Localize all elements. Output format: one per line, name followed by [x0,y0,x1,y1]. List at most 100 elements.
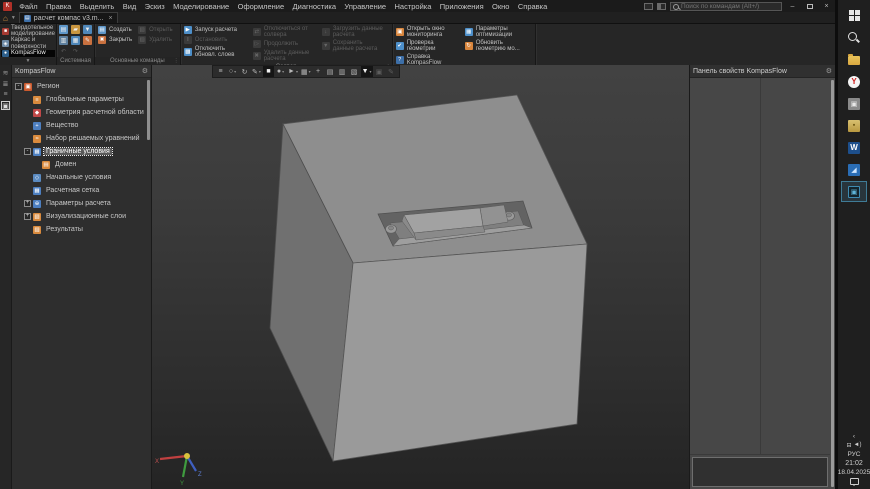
word-icon[interactable]: W [841,137,867,158]
tree-item-набор-решаемых-уравнений[interactable]: ≈Набор решаемых уравнений [12,132,151,145]
обновить-геометрию-мо--button[interactable]: ↻Обновить геометрию мо... [464,39,529,53]
layers-view-icon[interactable]: ≡ [1,90,10,99]
menu-item-Управление[interactable]: Управление [340,2,390,11]
dropdown-caret-icon[interactable]: ▾ [282,69,284,74]
open-folder-icon[interactable]: ▰ [71,25,80,34]
start-button[interactable] [841,5,867,26]
maximize-button[interactable] [803,1,816,11]
layout-toggle-icon[interactable] [644,3,653,10]
volume-icon[interactable]: ◄) [854,442,862,449]
tab-close-icon[interactable]: × [106,15,112,22]
shaded-display-icon[interactable]: ■ [263,66,274,77]
запуск-расчета-button[interactable]: ▶Запуск расчета [183,25,248,35]
tree-expander-icon[interactable]: + [24,200,31,207]
gear-icon[interactable]: ⚙ [142,67,148,75]
copy-image-icon[interactable]: ▤ [325,66,336,77]
menu-item-Файл[interactable]: Файл [15,2,42,11]
dropdown-caret-icon[interactable]: ▾ [296,69,298,74]
panels-toggle-icon[interactable] [657,3,666,10]
devices-app-icon[interactable]: ▣ [841,93,867,114]
menu-item-Эскиз[interactable]: Эскиз [140,2,168,11]
measure-tool-icon[interactable]: ✎▾ [251,66,262,77]
group-launcher-icon[interactable]: ⋮ [174,58,179,64]
fit-all-icon[interactable]: + [313,66,324,77]
report-icon[interactable]: ▧ [349,66,360,77]
file-explorer-icon[interactable] [841,49,867,70]
group-launcher-icon[interactable]: ⋮ [88,58,93,64]
dropdown-caret-icon[interactable]: ▾ [259,69,261,74]
menu-item-Оформление[interactable]: Оформление [233,2,288,11]
right-panel-scrollbar[interactable] [831,80,834,487]
home-dropdown-icon[interactable]: ▼ [11,15,19,23]
viewport[interactable]: X Y Z ≡○▾↻✎▾■●▾►▾▦▾+▤▥▧▼▾▣✎ [152,65,689,489]
paste-image-icon[interactable]: ▥ [337,66,348,77]
отключить-обновл-слоев-button[interactable]: ▩Отключить обновл. слоев [183,45,248,59]
kompas-app-icon[interactable]: ▣ [841,181,867,202]
sheet-icon[interactable]: ▦ [71,36,80,45]
zoom-tool-icon[interactable]: ○▾ [227,66,238,77]
selection-mode-icon[interactable]: ►▾ [287,66,299,77]
tree-expander-icon[interactable]: - [15,83,22,90]
tree-item-визуализационные-слои[interactable]: +▧Визуализационные слои [12,210,151,223]
properties-view-icon[interactable]: ▣ [1,101,10,110]
tree-item-расчетная-сетка[interactable]: ▦Расчетная сетка [12,184,151,197]
menu-item-Настройка[interactable]: Настройка [390,2,435,11]
module-solid-modeling[interactable]: ■Твердотельное моделирование [1,25,55,37]
tree-view-icon[interactable]: ≋ [1,68,10,77]
tree-expander-icon[interactable]: + [24,213,31,220]
создать-button[interactable]: ▤Создать [97,25,133,35]
параметры-оптимизации-button[interactable]: ▦Параметры оптимизации [464,25,529,39]
minimize-button[interactable]: – [786,1,799,11]
orientation-icon[interactable]: ●▾ [275,66,286,77]
documents-icon[interactable]: ▥ [59,36,68,45]
menu-item-Выделить[interactable]: Выделить [76,2,119,11]
tree-item-результаты[interactable]: ▨Результаты [12,223,151,236]
tree-item-граничные-условия[interactable]: -▦Граничные условия [12,145,151,158]
gear-icon[interactable]: ⚙ [826,67,832,75]
yandex-browser-icon[interactable]: Y [841,71,867,92]
filter-icon[interactable]: ▼▾ [361,66,373,77]
menu-item-Справка[interactable]: Справка [514,2,552,11]
dropdown-caret-icon[interactable]: ▾ [234,69,236,74]
module-kompasflow[interactable]: ●KompasFlow [1,50,55,57]
command-search-input[interactable] [681,3,779,10]
network-icon[interactable]: ⊟ [847,442,852,449]
tree-item-вещество[interactable]: +Вещество [12,119,151,132]
edit-document-icon[interactable]: ✎ [83,36,92,45]
module-wireframe-surfaces[interactable]: ◈Каркас и поверхности [1,37,55,49]
save-icon[interactable]: ▼ [83,25,92,34]
home-icon[interactable]: ⌂ [0,14,11,23]
tree-item-геометрия-расчетной-области[interactable]: ◆Геометрия расчетной области [12,106,151,119]
tray-chevron-icon[interactable]: ‹ [853,433,855,440]
tree-expander-icon[interactable]: - [24,148,31,155]
tree-item-регион[interactable]: -▣Регион [12,80,151,93]
menu-item-Диагностика[interactable]: Диагностика [288,2,340,11]
close-button[interactable]: × [820,1,833,11]
menu-item-Правка[interactable]: Правка [42,2,76,11]
clock-date[interactable]: 18.04.2025 [838,469,870,476]
tree-item-параметры-расчета[interactable]: +⊕Параметры расчета [12,197,151,210]
dock-handle-icon[interactable]: ≡ [215,66,226,77]
left-panel-scrollbar[interactable] [147,80,150,140]
tree-item-начальные-условия[interactable]: ◇Начальные условия [12,171,151,184]
открыть-окно-мониторинга-button[interactable]: ▣Открыть окно мониторинга [395,25,460,39]
notifications-icon[interactable] [850,478,859,485]
security-app-icon[interactable]: ▪ [841,115,867,136]
list-view-icon[interactable]: ≣ [1,79,10,88]
rotate-view-icon[interactable]: ↻ [239,66,250,77]
menu-item-Окно[interactable]: Окно [488,2,514,11]
document-tab[interactable]: ▤ расчет компас v3.m... × [19,12,118,23]
закрыть-button[interactable]: ✖Закрыть [97,35,133,45]
tree-item-глобальные-параметры[interactable]: ≡Глобальные параметры [12,93,151,106]
media-app-icon[interactable]: ◢ [841,159,867,180]
menu-item-Вид[interactable]: Вид [119,2,141,11]
module-dropdown[interactable]: ▼ [0,58,56,65]
clock-time[interactable]: 21:02 [845,460,863,467]
dropdown-caret-icon[interactable]: ▾ [309,69,311,74]
dropdown-caret-icon[interactable]: ▾ [370,69,372,74]
new-document-icon[interactable]: ▤ [59,25,68,34]
menu-item-Моделирование[interactable]: Моделирование [169,2,234,11]
menu-item-Приложения[interactable]: Приложения [436,2,488,11]
language-indicator[interactable]: РУС [847,451,860,458]
tree-item-домен[interactable]: ▤Домен [12,158,151,171]
